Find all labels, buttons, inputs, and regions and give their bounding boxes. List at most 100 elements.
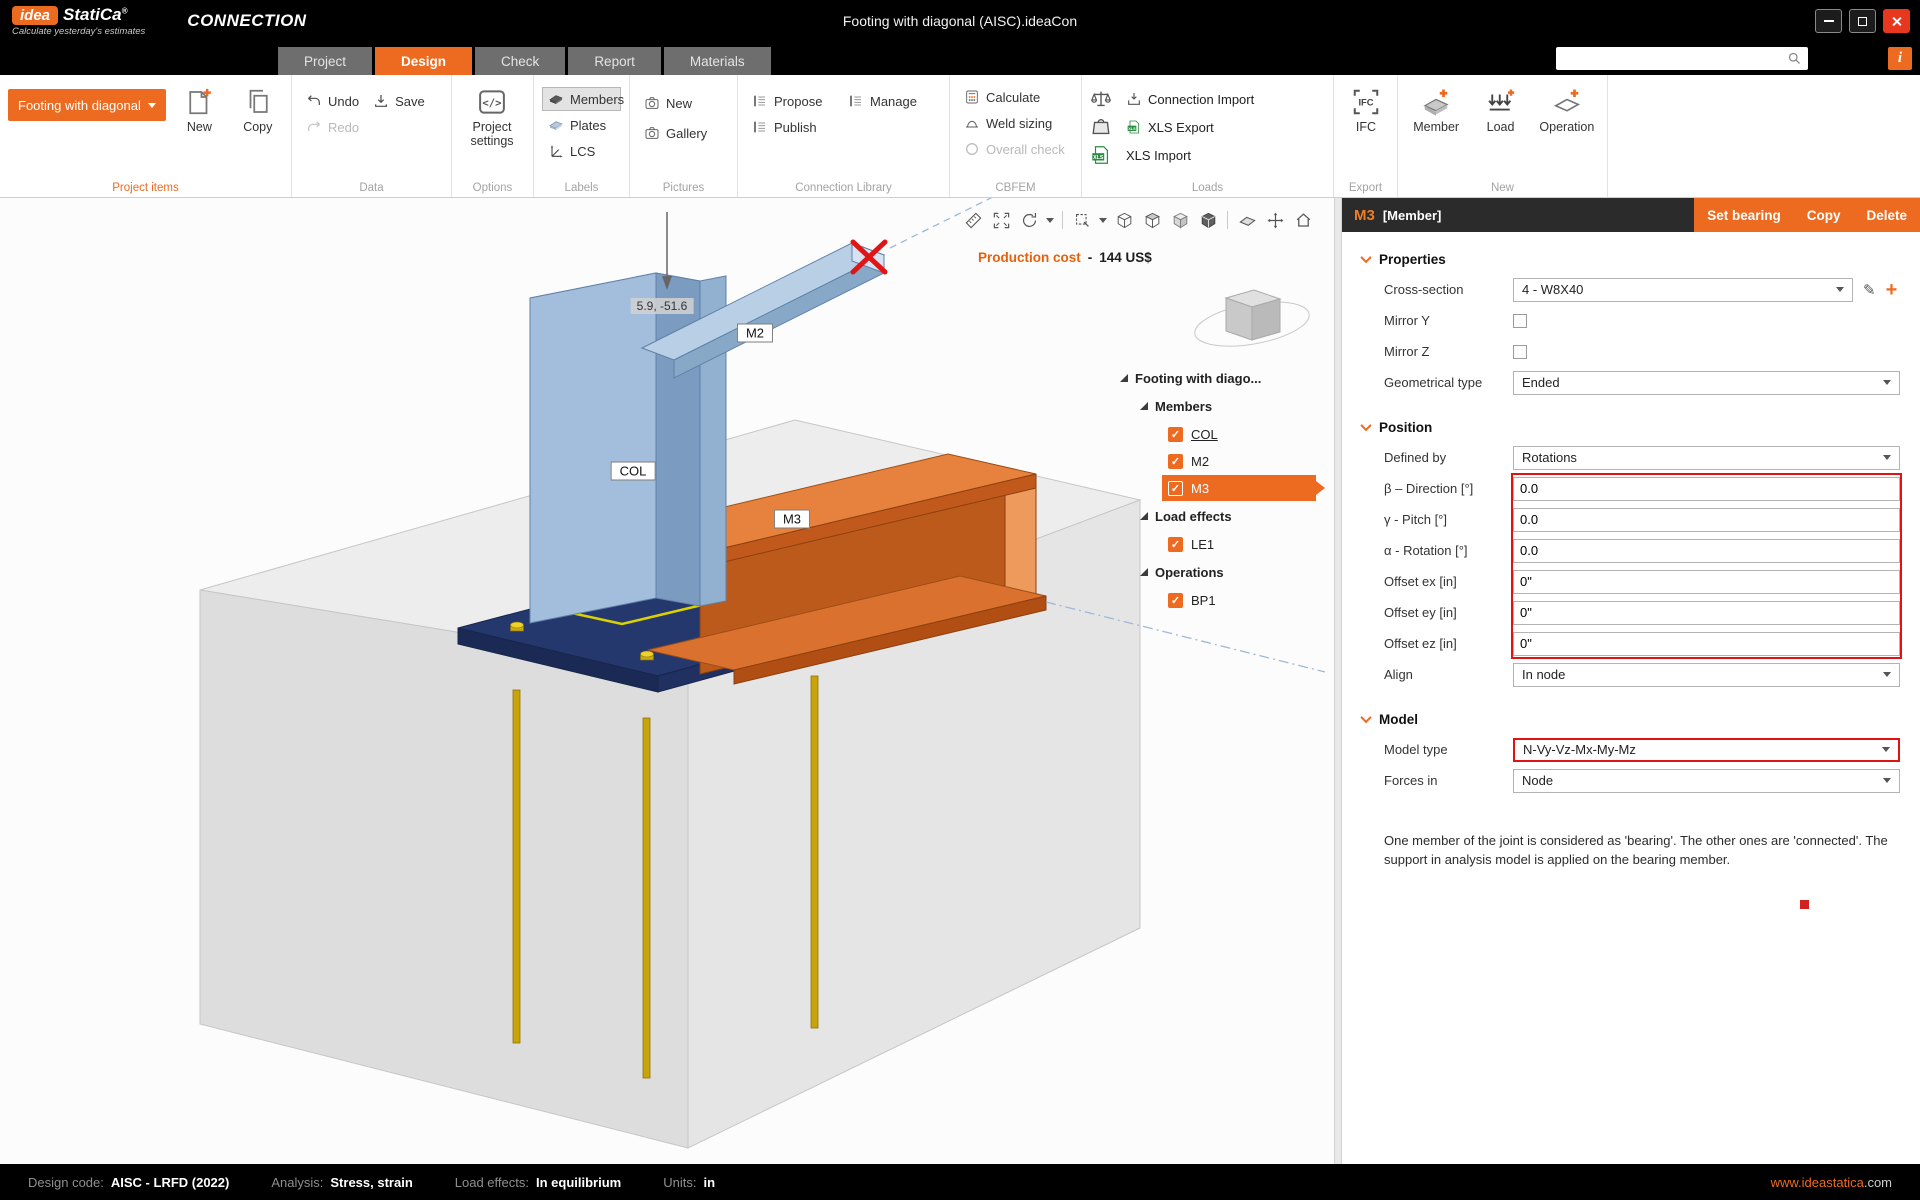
offset-ey-input[interactable] [1513,601,1900,625]
undo-button[interactable]: Undo [300,89,365,113]
calculate-button[interactable]: Calculate [958,85,1073,109]
panel-splitter[interactable] [1334,198,1342,1164]
section-position[interactable]: Position [1362,412,1920,442]
geometrical-type-select[interactable]: Ended [1513,371,1900,395]
3d-scene[interactable] [0,198,1334,1164]
field-offset-ez: Offset ez [in] [1342,628,1920,659]
save-button[interactable]: Save [367,89,431,113]
close-button[interactable] [1883,9,1910,33]
gamma-pitch-input[interactable] [1513,508,1900,532]
cross-section-select[interactable]: 4 - W8X40 [1513,278,1853,302]
section-properties[interactable]: Properties [1362,244,1920,274]
tree-item-col[interactable]: ✓COL [1162,421,1316,447]
dimension-tool-button[interactable] [960,208,986,232]
add-cross-section-icon[interactable]: + [1886,280,1898,300]
checkbox-checked-icon[interactable]: ✓ [1168,537,1183,552]
weld-sizing-button[interactable]: Weld sizing [958,111,1073,135]
align-select[interactable]: In node [1513,663,1900,687]
rotate-view-button[interactable] [1016,208,1042,232]
info-button[interactable]: i [1888,47,1912,70]
website-link[interactable]: www.ideastatica.com [1771,1175,1892,1190]
overall-check-button[interactable]: Overall check [958,137,1073,161]
nav-cube[interactable] [1191,290,1312,354]
tree-item-m2[interactable]: ✓M2 [1162,448,1316,474]
ifc-export-button[interactable]: IFC [1342,83,1390,134]
zoom-fit-button[interactable] [988,208,1014,232]
tree-section-load-effects[interactable]: Load effects [1120,502,1332,530]
tab-design[interactable]: Design [375,47,472,75]
mirror-z-checkbox[interactable] [1513,345,1527,359]
project-settings-button[interactable]: Projectsettings [460,83,524,149]
chevron-down-icon[interactable] [1099,218,1107,223]
search-input[interactable] [1556,47,1787,70]
label-m3[interactable]: M3 [774,510,810,529]
tab-report[interactable]: Report [568,47,661,75]
tree-section-members[interactable]: Members [1120,392,1332,420]
section-model[interactable]: Model [1362,704,1920,734]
workplane-button[interactable] [1234,208,1260,232]
label-m2[interactable]: M2 [737,324,773,343]
chevron-down-icon[interactable] [1046,218,1054,223]
wireframe-mode-button[interactable] [1111,208,1137,232]
propose-button[interactable]: Propose [746,89,842,113]
labels-plates-toggle[interactable]: Plates [542,113,621,137]
copy-project-item-button[interactable]: Copy [233,83,283,134]
shaded-mode-button[interactable] [1167,208,1193,232]
xls-import-button[interactable]: XLS Import [1126,141,1325,169]
beta-direction-input[interactable] [1513,477,1900,501]
new-picture-button[interactable]: New [638,91,729,115]
tree-section-operations[interactable]: Operations [1120,558,1332,586]
offset-ez-input[interactable] [1513,632,1900,656]
ribbon-group-loads: Connection Import XLS Export XLS Import … [1082,75,1334,197]
labels-lcs-toggle[interactable]: LCS [542,139,621,163]
forces-in-select[interactable]: Node [1513,769,1900,793]
gallery-button[interactable]: Gallery [638,121,729,145]
pan-axes-button[interactable] [1262,208,1288,232]
ruler-icon [964,211,983,230]
new-operation-button[interactable]: Operation [1535,83,1599,134]
solid-cube-icon [1199,211,1218,230]
new-load-button[interactable]: Load [1472,83,1528,134]
offset-ex-input[interactable] [1513,570,1900,594]
label-col[interactable]: COL [611,462,656,481]
3d-viewport[interactable]: Production cost - 144 US$ COL M2 M3 5.9,… [0,198,1334,1164]
mirror-y-checkbox[interactable] [1513,314,1527,328]
checkbox-checked-icon[interactable]: ✓ [1168,481,1183,496]
delete-member-button[interactable]: Delete [1853,198,1920,232]
tree-root[interactable]: Footing with diago... [1120,364,1332,392]
weld-icon [964,115,980,131]
tree-item-bp1[interactable]: ✓BP1 [1162,587,1316,613]
tab-project[interactable]: Project [278,47,372,75]
edit-cross-section-icon[interactable]: ✎ [1863,281,1876,299]
titlebar: idea StatiCa® Calculate yesterday's esti… [0,0,1920,42]
xls-export-button[interactable]: XLS Export [1126,113,1325,141]
chevron-down-icon [1882,747,1890,752]
tree-item-le1[interactable]: ✓LE1 [1162,531,1316,557]
new-member-button[interactable]: Member [1406,83,1466,134]
alpha-rotation-input[interactable] [1513,539,1900,563]
field-offset-ey: Offset ey [in] [1342,597,1920,628]
section-tool-button[interactable] [1069,208,1095,232]
tree-item-m3[interactable]: ✓M3 [1162,475,1316,501]
model-type-select[interactable]: N-Vy-Vz-Mx-My-Mz [1513,738,1900,762]
connection-import-button[interactable]: Connection Import [1126,85,1325,113]
redo-button[interactable]: Redo [300,115,443,139]
project-item-select[interactable]: Footing with diagonal [8,89,166,121]
checkbox-checked-icon[interactable]: ✓ [1168,454,1183,469]
tab-check[interactable]: Check [475,47,565,75]
set-bearing-button[interactable]: Set bearing [1694,198,1794,232]
tab-materials[interactable]: Materials [664,47,771,75]
copy-member-button[interactable]: Copy [1794,198,1854,232]
checkbox-checked-icon[interactable]: ✓ [1168,427,1183,442]
labels-members-toggle[interactable]: Members [542,87,621,111]
manage-button[interactable]: Manage [842,89,938,113]
minimize-button[interactable] [1815,9,1842,33]
home-view-button[interactable] [1290,208,1316,232]
new-project-item-button[interactable]: New [174,83,224,134]
maximize-button[interactable] [1849,9,1876,33]
checkbox-checked-icon[interactable]: ✓ [1168,593,1183,608]
defined-by-select[interactable]: Rotations [1513,446,1900,470]
hidden-line-mode-button[interactable] [1139,208,1165,232]
solid-mode-button[interactable] [1195,208,1221,232]
publish-button[interactable]: Publish [746,115,842,139]
